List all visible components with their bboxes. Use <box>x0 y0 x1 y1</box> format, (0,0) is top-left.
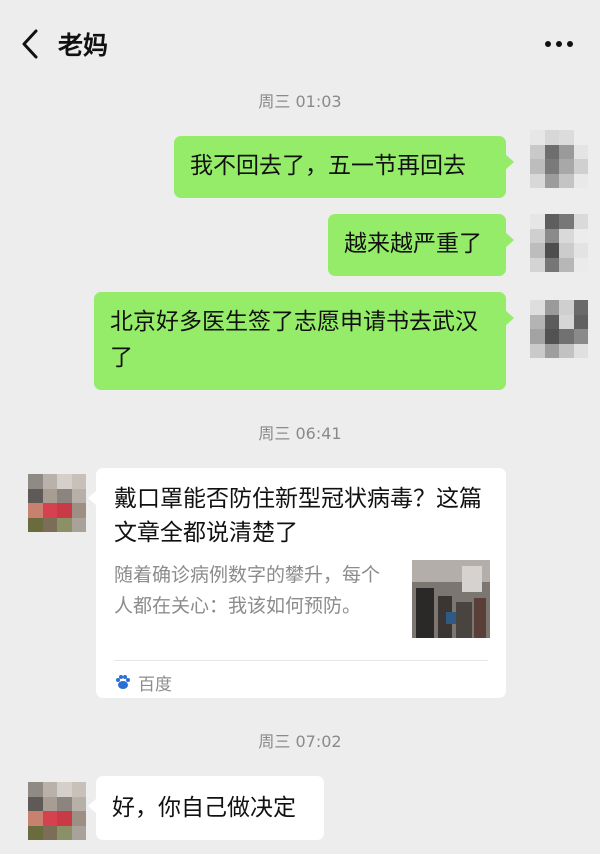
incoming-message[interactable]: 好，你自己做决定 <box>88 776 324 840</box>
outgoing-message[interactable]: 北京好多医生签了志愿申请书去武汉了 <box>94 292 514 390</box>
avatar-mom[interactable] <box>28 474 86 532</box>
link-source: 百度 <box>114 668 172 696</box>
chat-header: 老妈 <box>0 0 600 88</box>
outgoing-message[interactable]: 越来越严重了 <box>328 214 514 276</box>
link-divider <box>114 660 488 661</box>
more-dots-icon[interactable] <box>544 40 574 48</box>
avatar-self[interactable] <box>530 300 588 358</box>
avatar-self[interactable] <box>530 130 588 188</box>
link-card[interactable]: 戴口罩能否防住新型冠状病毒？这篇文章全都说清楚了 随着确诊病例数字的攀升，每个人… <box>88 468 506 698</box>
link-source-label: 百度 <box>138 674 172 695</box>
avatar-mom[interactable] <box>28 782 86 840</box>
timestamp: 周三 07:02 <box>258 732 342 751</box>
link-thumbnail <box>412 560 490 638</box>
outgoing-message[interactable]: 我不回去了，五一节再回去 <box>174 136 514 198</box>
timestamp: 周三 06:41 <box>258 424 342 443</box>
link-title: 戴口罩能否防住新型冠状病毒？这篇文章全都说清楚了 <box>114 486 482 546</box>
link-description: 随着确诊病例数字的攀升，每个人都在关心：我该如何预防。 <box>114 564 381 617</box>
avatar-self[interactable] <box>530 214 588 272</box>
baidu-paw-icon <box>116 675 130 689</box>
chevron-left-icon[interactable] <box>16 28 46 60</box>
chat-title: 老妈 <box>58 31 109 60</box>
timestamp: 周三 01:03 <box>258 92 342 111</box>
